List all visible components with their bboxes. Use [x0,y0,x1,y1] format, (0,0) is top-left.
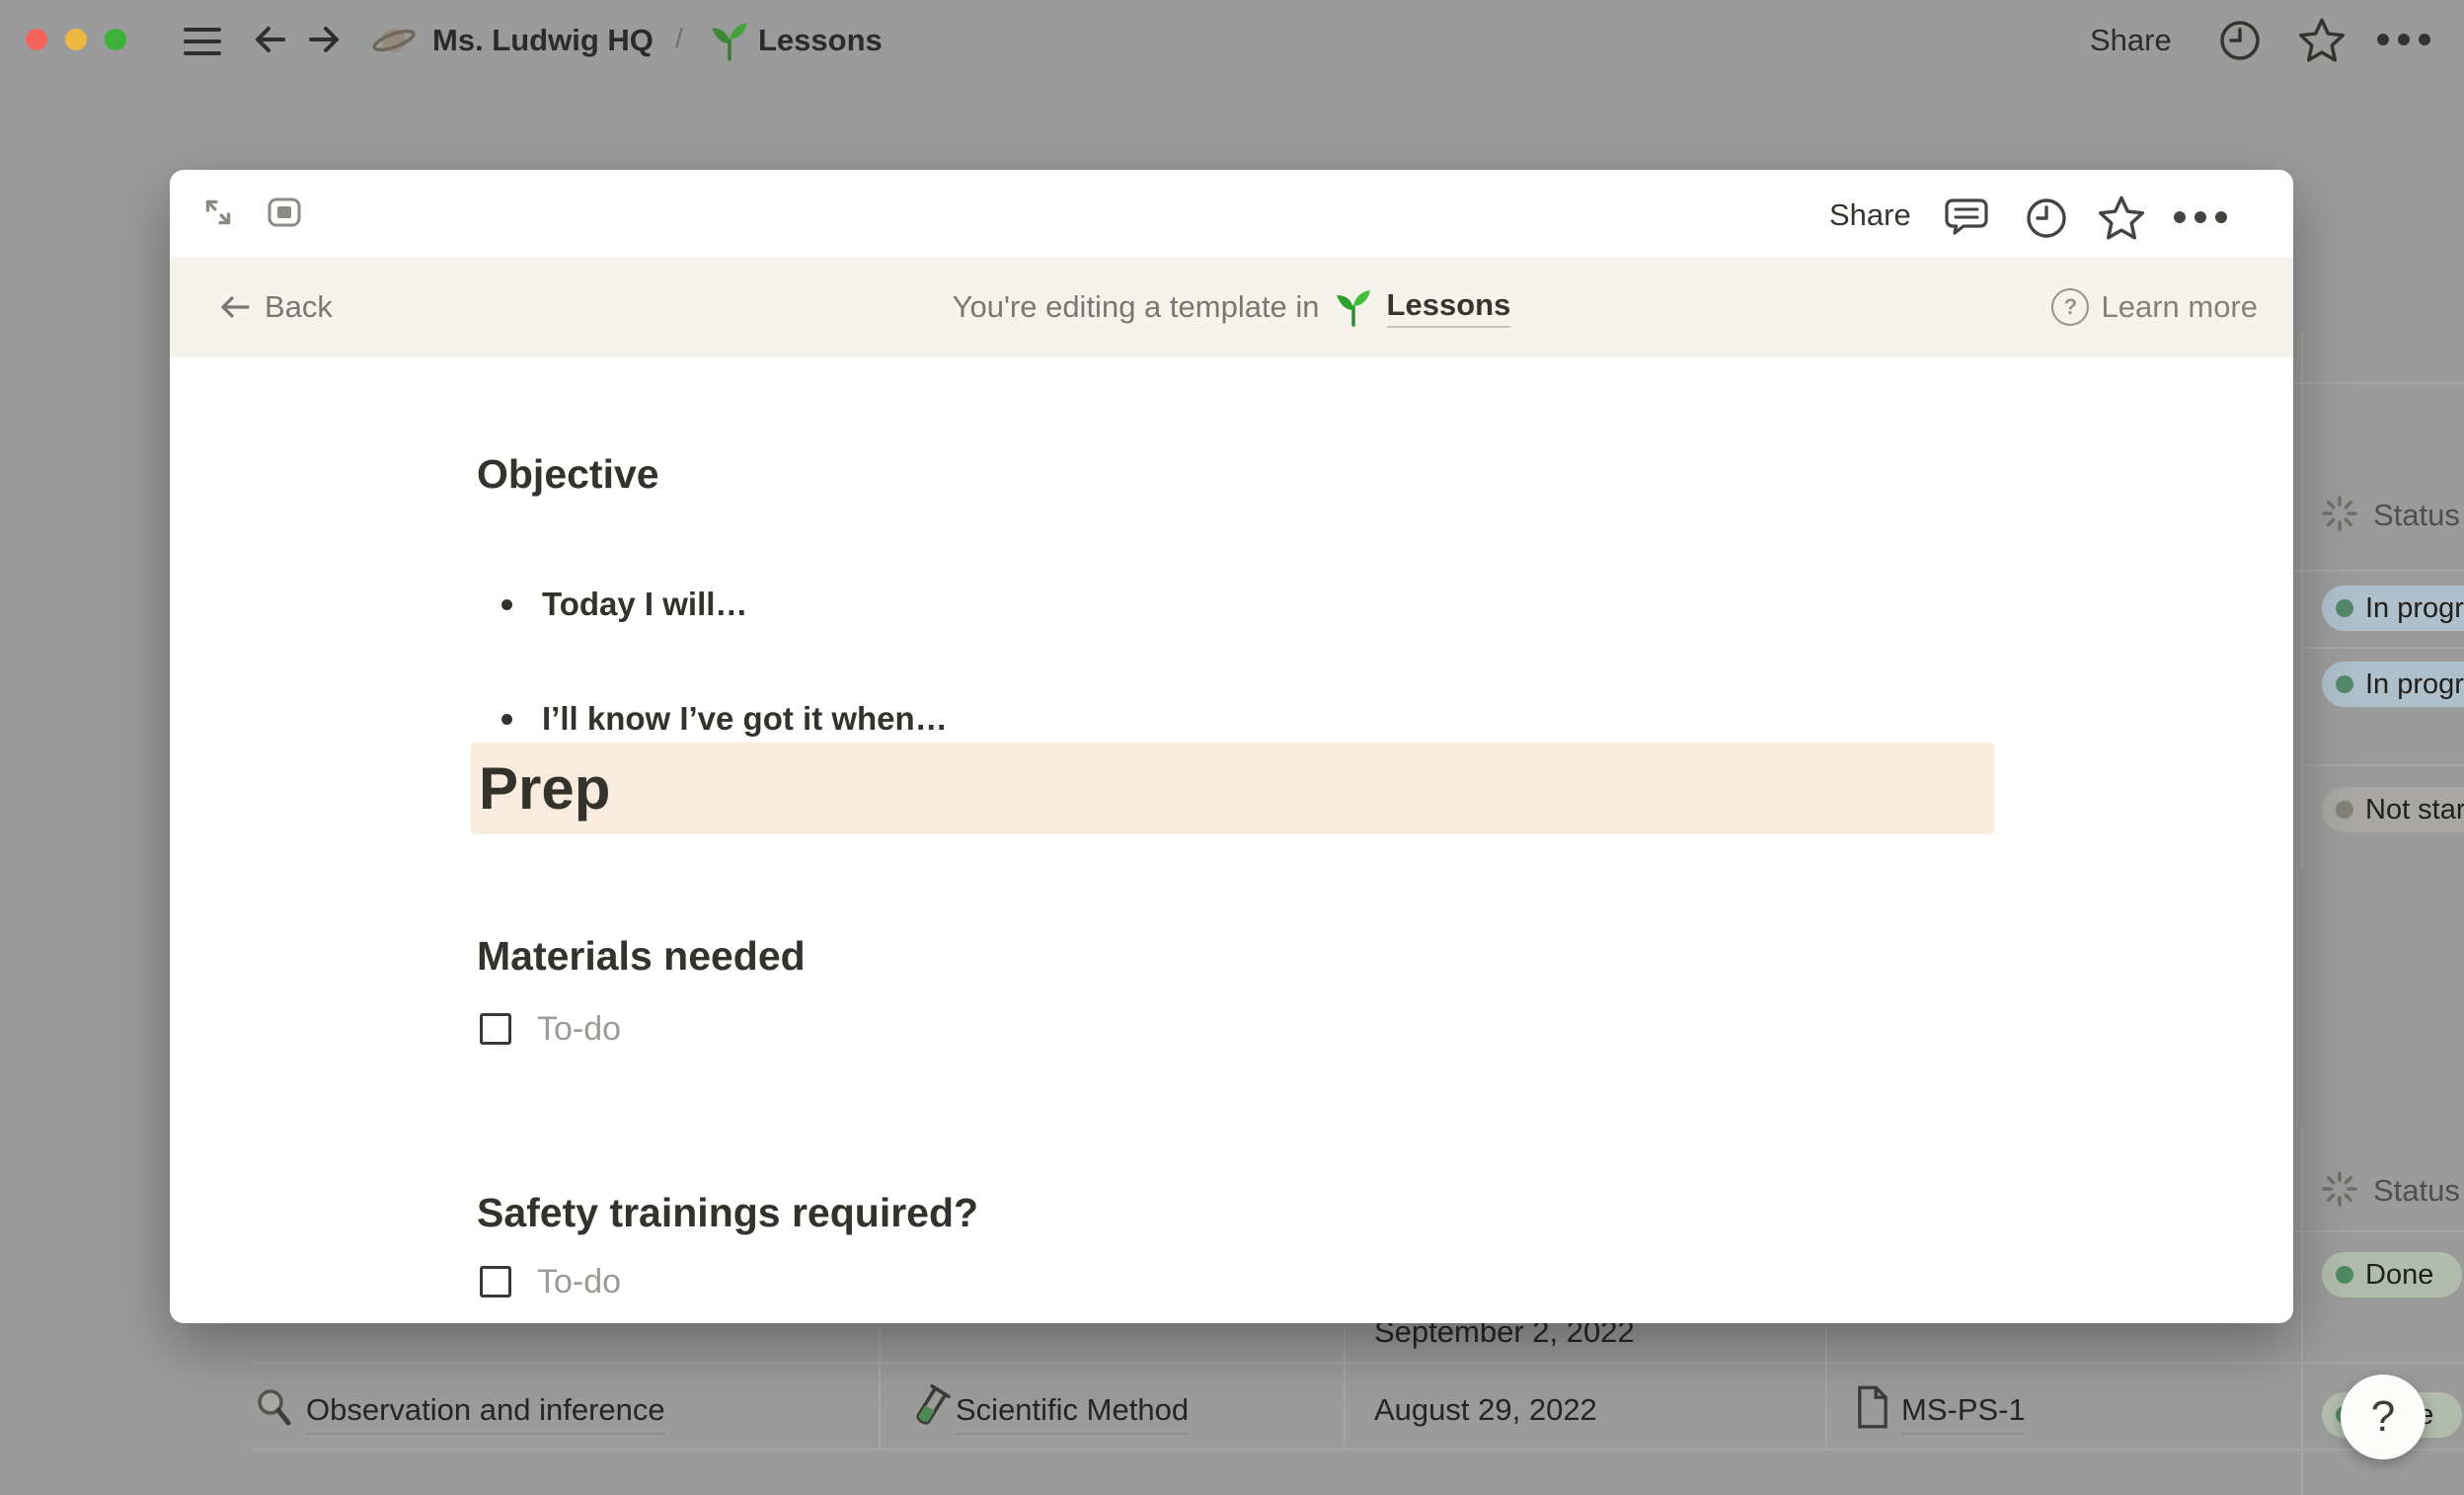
template-editor-modal: Share Back [170,170,2293,1323]
learn-more-label: Learn more [2101,289,2258,325]
planet-icon [371,18,417,63]
table-cell-unit-link: Scientific Method [956,1390,1189,1435]
status-dot-icon [2336,1266,2353,1284]
modal-share-button[interactable]: Share [1829,196,1911,235]
window-zoom-button[interactable] [105,29,126,50]
divider [1344,1325,1346,1450]
hamburger-menu-icon[interactable] [184,25,221,58]
divider [2293,382,2464,384]
expand-icon[interactable] [199,194,237,231]
app-window: Ms. Ludwig HQ / Lessons Share Status In … [0,0,2464,1495]
learn-more-button[interactable]: ? Learn more [2051,257,2258,357]
divider [252,1362,2464,1364]
magnifier-icon [253,1386,296,1430]
window-close-button[interactable] [26,29,47,50]
status-dot-icon [2336,675,2353,693]
divider [2301,647,2464,649]
back-arrow-icon[interactable] [251,21,290,58]
status-dot-icon [2336,599,2353,617]
template-target-page-link[interactable]: Lessons [1387,287,1511,328]
breadcrumb-root[interactable]: Ms. Ludwig HQ [432,21,654,60]
todo-placeholder[interactable]: To-do [537,1009,621,1049]
star-icon[interactable] [2297,16,2347,65]
materials-heading[interactable]: Materials needed [477,930,806,982]
status-badge: Done [2322,1252,2462,1298]
divider [2301,1126,2303,1495]
table-cell-standard-link: MS-PS-1 [1901,1390,2026,1435]
star-icon[interactable] [2097,194,2146,243]
topbar-more-icon[interactable] [2377,34,2430,45]
prep-heading-block[interactable]: Prep [471,743,1994,834]
objective-heading[interactable]: Objective [477,448,659,500]
bullet-icon [501,599,512,610]
breadcrumb-current[interactable]: Lessons [758,21,883,60]
status-badge: In progress [2322,662,2464,707]
bullet-icon [501,714,512,725]
clock-icon[interactable] [2024,196,2069,241]
question-circle-icon: ? [2051,288,2089,326]
status-spinner-icon [2320,1169,2359,1209]
divider [2293,570,2464,572]
prep-heading: Prep [479,743,610,834]
comment-icon[interactable] [1945,196,1988,239]
status-column-header: Status [2373,1173,2460,1209]
status-column-header: Status [2373,498,2460,533]
test-tube-icon [906,1382,954,1434]
divider [252,1449,2464,1451]
banner-message-text: You're editing a template in [953,289,1320,325]
divider [2301,332,2303,869]
window-minimize-button[interactable] [65,29,87,50]
side-peek-icon[interactable] [267,196,302,229]
todo-item: To-do [480,1009,621,1049]
bullet-item[interactable]: I’ll know I’ve got it when… [501,693,948,745]
seedling-icon [1334,287,1373,327]
breadcrumb-separator: / [675,23,683,54]
page-icon [1854,1384,1891,1430]
table-cell-lesson-link: Observation and inference [306,1390,665,1435]
forward-arrow-icon[interactable] [304,21,344,58]
status-badge: In progress [2322,586,2464,631]
safety-heading[interactable]: Safety trainings required? [477,1187,978,1238]
clock-icon[interactable] [2217,18,2263,63]
template-banner-message: You're editing a template in Lessons [170,257,2293,357]
todo-placeholder[interactable]: To-do [537,1262,621,1301]
divider [1825,1325,1827,1450]
todo-checkbox[interactable] [480,1013,511,1045]
table-cell-date: August 29, 2022 [1374,1390,1597,1430]
status-badge: Not started [2322,787,2464,832]
todo-checkbox[interactable] [480,1266,511,1298]
divider [2293,1230,2464,1232]
help-button[interactable]: ? [2341,1375,2426,1459]
status-dot-icon [2336,801,2353,819]
status-spinner-icon [2320,494,2359,533]
modal-more-icon[interactable] [2174,211,2227,223]
divider [879,1325,881,1450]
template-banner: Back You're editing a template in Lesson… [170,257,2293,357]
seedling-icon [709,20,750,61]
todo-item: To-do [480,1262,621,1301]
divider [2301,764,2464,766]
bullet-item[interactable]: Today I will… [501,579,747,630]
topbar-share-button[interactable]: Share [2090,21,2172,60]
